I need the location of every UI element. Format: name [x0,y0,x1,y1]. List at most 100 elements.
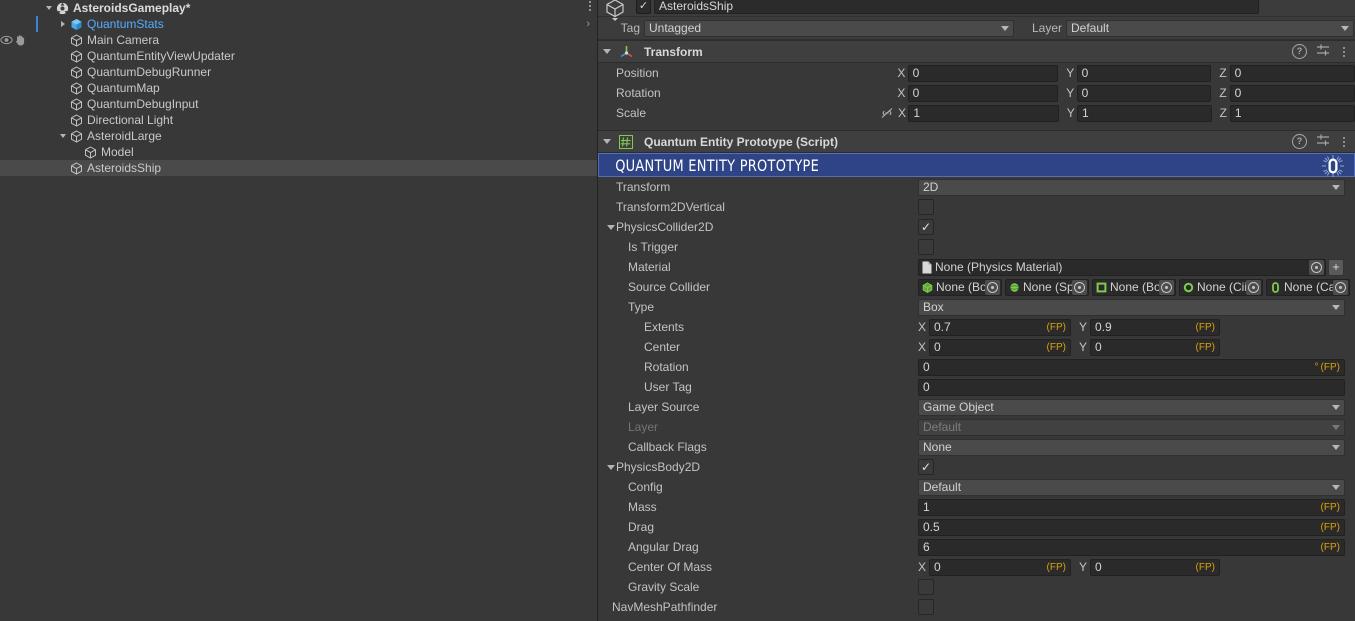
help-icon[interactable]: ? [1292,134,1307,149]
fp-suffix: (FP) [1046,321,1066,333]
gameobject-enabled-checkbox[interactable] [636,0,651,14]
position-x-field[interactable]: 0 [907,64,1059,82]
hierarchy-item-quantumdebuginput[interactable]: QuantumDebugInput [0,96,597,112]
mass-field[interactable]: 1 (FP) [918,498,1345,516]
hierarchy-kebab-menu-icon[interactable] [589,1,591,11]
object-picker-icon[interactable] [1072,279,1087,295]
preset-icon[interactable] [1316,133,1330,150]
box-collider-icon [922,281,933,293]
hierarchy-tree[interactable]: AsteroidsGameplay* QuantumStats › Main Came… [0,0,597,176]
object-picker-icon[interactable] [1159,279,1174,295]
object-picker-icon[interactable] [1246,279,1261,295]
mass-label: Mass [628,500,657,514]
hierarchy-item-asteroidsgameplay[interactable]: AsteroidsGameplay* [0,0,597,16]
hierarchy-item-directional-light[interactable]: Directional Light [0,112,597,128]
constrain-proportions-icon[interactable] [880,106,894,120]
quantum-transform-value: 2D [923,180,939,194]
preset-icon[interactable] [1316,43,1330,60]
source-collider-field-1[interactable]: None (Bo [918,278,1002,296]
position-z-field[interactable]: 0 [1229,64,1355,82]
hierarchy-item-quantumentityviewupdater[interactable]: QuantumEntityViewUpdater [0,48,597,64]
scale-x-field[interactable]: 1 [908,104,1059,122]
rotation-x-field[interactable]: 0 [907,84,1059,102]
foldout-toggle[interactable] [56,21,69,27]
source-collider-field-5[interactable]: None (Ca [1266,278,1350,296]
physicsbody2d-checkbox[interactable] [918,459,934,475]
physicscollider2d-checkbox[interactable] [918,219,934,235]
collider-type-dropdown[interactable]: Box [918,298,1345,316]
body-config-dropdown[interactable]: Default [918,478,1345,496]
drag-field[interactable]: 0.5 (FP) [918,518,1345,536]
kebab-menu-icon[interactable] [1339,45,1349,59]
foldout-toggle[interactable] [42,6,55,10]
hierarchy-item-quantumdebugrunner[interactable]: QuantumDebugRunner [0,64,597,80]
collider-layer-row: Layer Default [598,417,1355,437]
capsule-collider-2d-icon [1270,281,1281,293]
physics-material-icon [922,261,932,274]
quantum-banner-title: QUANTUM ENTITY PROTOTYPE [615,155,820,175]
position-y-field[interactable]: 0 [1076,64,1212,82]
transform-foldout-icon[interactable] [598,49,616,54]
kebab-menu-icon[interactable] [1339,135,1349,149]
hierarchy-panel: AsteroidsGameplay* QuantumStats › Main Came… [0,0,598,621]
navmeshpathfinder-checkbox[interactable] [918,599,934,615]
eye-icon[interactable] [0,32,13,48]
angular-drag-field[interactable]: 6 (FP) [918,538,1345,556]
open-prefab-chevron-icon[interactable]: › [586,16,590,32]
object-picker-icon[interactable] [1333,279,1348,295]
source-collider-field-4[interactable]: None (Cii [1179,278,1263,296]
chevron-down-icon [1332,184,1340,190]
callback-flags-dropdown[interactable]: None [918,438,1345,456]
chevron-down-icon [1332,404,1340,410]
gravity-scale-checkbox[interactable] [918,579,934,595]
chevron-down-icon [1332,444,1340,450]
scale-z-field[interactable]: 1 [1229,104,1355,122]
layer-dropdown[interactable]: Default [1066,19,1354,37]
quantum-entity-prototype-header[interactable]: Quantum Entity Prototype (Script) ? [598,130,1355,153]
object-picker-icon[interactable] [985,279,1000,295]
center-of-mass-y-field[interactable]: 0 (FP) [1090,558,1220,576]
source-collider-field-2[interactable]: None (Sp [1005,278,1089,296]
hierarchy-item-asteroidlarge[interactable]: AsteroidLarge [0,128,597,144]
scale-y-field[interactable]: 1 [1077,104,1212,122]
rotation-z-field[interactable]: 0 [1229,84,1355,102]
visibility-gutter [0,96,36,112]
material-object-field[interactable]: None (Physics Material) [918,258,1326,276]
extents-x-field[interactable]: 0.7 (FP) [929,318,1071,336]
hand-pickability-icon[interactable] [13,32,26,48]
extents-y-field[interactable]: 0.9 (FP) [1090,318,1220,336]
source-collider-field-3[interactable]: None (Bo [1092,278,1176,296]
foldout-toggle[interactable] [56,134,69,138]
center-of-mass-row: Center Of Mass X 0 (FP) Y 0 (FP) [598,557,1355,577]
hierarchy-item-main-camera[interactable]: Main Camera [0,32,597,48]
transform2dvertical-checkbox[interactable] [918,199,934,215]
layer-source-dropdown[interactable]: Game Object [918,398,1345,416]
angular-drag-value: 6 [923,540,930,554]
hierarchy-item-asteroidsship[interactable]: AsteroidsShip [0,160,597,176]
help-icon[interactable]: ? [1292,44,1307,59]
collider-center-y-field[interactable]: 0 (FP) [1090,338,1220,356]
object-picker-icon[interactable] [1309,259,1324,275]
quantum-transform-dropdown[interactable]: 2D [918,178,1345,196]
collider-center-row: Center X 0 (FP) Y 0 (FP) [598,337,1355,357]
transform-component-header[interactable]: Transform ? [598,40,1355,63]
gameobject-name-field[interactable]: AsteroidsShip [654,0,1259,14]
collider-center-x-field[interactable]: 0 (FP) [929,338,1071,356]
add-material-button[interactable]: + [1328,258,1344,276]
position-z-axis: Z [1219,66,1227,80]
collider-rotation-field[interactable]: 0 ° (FP) [918,358,1345,376]
tag-dropdown[interactable]: Untagged [644,19,1014,37]
hierarchy-item-quantummap[interactable]: QuantumMap [0,80,597,96]
hierarchy-item-quantumstats[interactable]: QuantumStats › [0,16,597,32]
center-of-mass-x-field[interactable]: 0 (FP) [929,558,1071,576]
physicsbody2d-foldout-icon[interactable] [605,464,616,470]
is-trigger-checkbox[interactable] [918,239,934,255]
hierarchy-item-model[interactable]: Model [0,144,597,160]
center-x-axis: X [918,340,927,354]
fp-suffix: (FP) [1320,541,1340,553]
visibility-gutter [0,48,36,64]
physicscollider2d-foldout-icon[interactable] [605,224,616,230]
quantum-foldout-icon[interactable] [598,139,616,144]
user-tag-field[interactable]: 0 [918,378,1345,396]
rotation-y-field[interactable]: 0 [1076,84,1212,102]
